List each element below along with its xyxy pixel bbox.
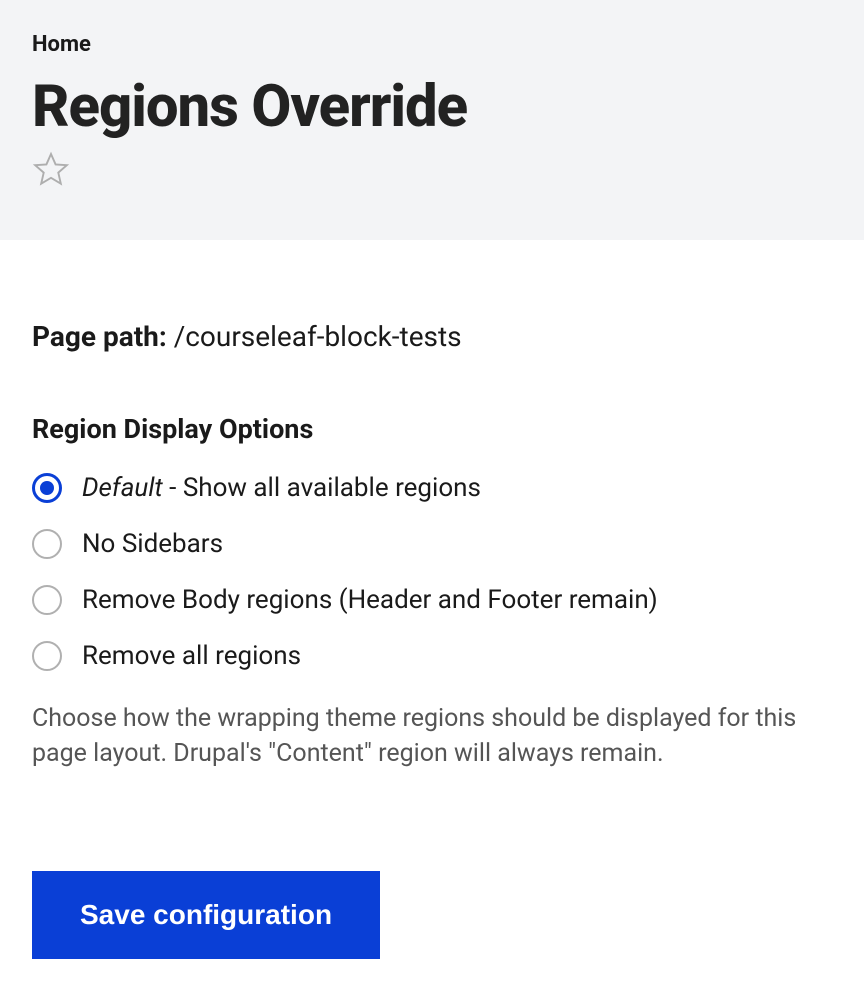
- help-text: Choose how the wrapping theme regions sh…: [32, 701, 832, 771]
- radio-label: No Sidebars: [82, 529, 223, 559]
- radio-input[interactable]: [32, 529, 62, 559]
- radio-option-remove-all[interactable]: Remove all regions: [32, 641, 832, 671]
- page-path-value: /courseleaf-block-tests: [174, 320, 462, 353]
- header-region: Home Regions Override: [0, 0, 864, 240]
- radio-input[interactable]: [32, 585, 62, 615]
- radio-option-remove-body[interactable]: Remove Body regions (Header and Footer r…: [32, 585, 832, 615]
- radio-label-prefix: Default: [82, 473, 163, 503]
- region-display-options-group: Default - Show all available regions No …: [32, 473, 832, 671]
- main-content: Page path: /courseleaf-block-tests Regio…: [0, 240, 864, 999]
- region-display-options-legend: Region Display Options: [32, 413, 832, 445]
- page-path-label: Page path:: [32, 320, 167, 353]
- radio-label: Remove all regions: [82, 641, 301, 671]
- breadcrumb[interactable]: Home: [32, 32, 832, 57]
- page-path-line: Page path: /courseleaf-block-tests: [32, 320, 832, 353]
- page-title: Regions Override: [32, 77, 832, 138]
- radio-option-no-sidebars[interactable]: No Sidebars: [32, 529, 832, 559]
- radio-label: Default - Show all available regions: [82, 473, 481, 503]
- save-configuration-button[interactable]: Save configuration: [32, 871, 380, 959]
- form-actions: Save configuration: [32, 871, 832, 959]
- radio-label: Remove Body regions (Header and Footer r…: [82, 585, 658, 615]
- star-icon[interactable]: [32, 150, 70, 188]
- radio-input[interactable]: [32, 641, 62, 671]
- radio-option-default[interactable]: Default - Show all available regions: [32, 473, 832, 503]
- radio-input[interactable]: [32, 473, 62, 503]
